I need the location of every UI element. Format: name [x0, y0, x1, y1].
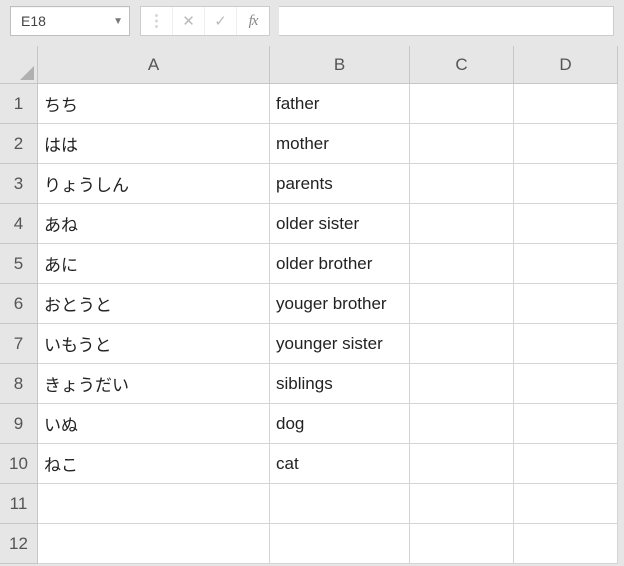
table-row: 10ねこcat: [0, 444, 624, 484]
cell-B1[interactable]: father: [270, 84, 410, 124]
grid-body: 1ちちfather2ははmother3りょうしんparents4あねolder …: [0, 84, 624, 564]
cell-C1[interactable]: [410, 84, 514, 124]
select-all-triangle[interactable]: [0, 46, 38, 84]
cancel-icon[interactable]: ✕: [173, 7, 205, 35]
cell-C5[interactable]: [410, 244, 514, 284]
cell-C7[interactable]: [410, 324, 514, 364]
table-row: 11: [0, 484, 624, 524]
table-row: 7いもうとyounger sister: [0, 324, 624, 364]
table-row: 3りょうしんparents: [0, 164, 624, 204]
cell-B6[interactable]: youger brother: [270, 284, 410, 324]
cell-A3[interactable]: りょうしん: [38, 164, 270, 204]
column-header-row: ABCD: [0, 46, 624, 84]
cell-D12[interactable]: [514, 524, 618, 564]
table-row: 8きょうだいsiblings: [0, 364, 624, 404]
cell-C8[interactable]: [410, 364, 514, 404]
cell-A9[interactable]: いぬ: [38, 404, 270, 444]
cell-A4[interactable]: あね: [38, 204, 270, 244]
table-row: 6おとうとyouger brother: [0, 284, 624, 324]
cell-D3[interactable]: [514, 164, 618, 204]
row-header-10[interactable]: 10: [0, 444, 38, 484]
column-header-A[interactable]: A: [38, 46, 270, 84]
cell-A6[interactable]: おとうと: [38, 284, 270, 324]
table-row: 2ははmother: [0, 124, 624, 164]
cell-B2[interactable]: mother: [270, 124, 410, 164]
row-header-11[interactable]: 11: [0, 484, 38, 524]
column-header-B[interactable]: B: [270, 46, 410, 84]
cell-B4[interactable]: older sister: [270, 204, 410, 244]
table-row: 12: [0, 524, 624, 564]
column-header-C[interactable]: C: [410, 46, 514, 84]
cell-A2[interactable]: はは: [38, 124, 270, 164]
cell-B8[interactable]: siblings: [270, 364, 410, 404]
cell-A1[interactable]: ちち: [38, 84, 270, 124]
cell-B9[interactable]: dog: [270, 404, 410, 444]
row-header-1[interactable]: 1: [0, 84, 38, 124]
cell-A5[interactable]: あに: [38, 244, 270, 284]
cell-B3[interactable]: parents: [270, 164, 410, 204]
table-row: 9いぬdog: [0, 404, 624, 444]
table-row: 1ちちfather: [0, 84, 624, 124]
fx-icon[interactable]: fx: [237, 7, 269, 35]
row-header-6[interactable]: 6: [0, 284, 38, 324]
cell-B5[interactable]: older brother: [270, 244, 410, 284]
row-header-5[interactable]: 5: [0, 244, 38, 284]
cell-D10[interactable]: [514, 444, 618, 484]
cell-A11[interactable]: [38, 484, 270, 524]
cell-D2[interactable]: [514, 124, 618, 164]
cell-C3[interactable]: [410, 164, 514, 204]
formula-bar[interactable]: [279, 6, 614, 36]
cell-C4[interactable]: [410, 204, 514, 244]
name-box-value: E18: [21, 13, 46, 29]
row-header-3[interactable]: 3: [0, 164, 38, 204]
cell-D1[interactable]: [514, 84, 618, 124]
cell-D9[interactable]: [514, 404, 618, 444]
cell-A10[interactable]: ねこ: [38, 444, 270, 484]
formula-bar-controls: ⋮ ✕ ✓ fx: [140, 6, 270, 36]
cell-A8[interactable]: きょうだい: [38, 364, 270, 404]
cell-C9[interactable]: [410, 404, 514, 444]
cell-C2[interactable]: [410, 124, 514, 164]
cell-B10[interactable]: cat: [270, 444, 410, 484]
cell-D8[interactable]: [514, 364, 618, 404]
table-row: 5あにolder brother: [0, 244, 624, 284]
cell-A12[interactable]: [38, 524, 270, 564]
row-header-12[interactable]: 12: [0, 524, 38, 564]
cell-C10[interactable]: [410, 444, 514, 484]
row-header-4[interactable]: 4: [0, 204, 38, 244]
column-header-D[interactable]: D: [514, 46, 618, 84]
divider-icon: ⋮: [141, 7, 173, 35]
cell-D11[interactable]: [514, 484, 618, 524]
cell-A7[interactable]: いもうと: [38, 324, 270, 364]
confirm-icon[interactable]: ✓: [205, 7, 237, 35]
row-header-8[interactable]: 8: [0, 364, 38, 404]
cell-B7[interactable]: younger sister: [270, 324, 410, 364]
row-header-9[interactable]: 9: [0, 404, 38, 444]
chevron-down-icon[interactable]: ▼: [113, 16, 123, 27]
row-header-7[interactable]: 7: [0, 324, 38, 364]
formula-toolbar: E18 ▼ ⋮ ✕ ✓ fx: [0, 0, 624, 46]
cell-D4[interactable]: [514, 204, 618, 244]
row-header-2[interactable]: 2: [0, 124, 38, 164]
name-box[interactable]: E18 ▼: [10, 6, 130, 36]
cell-D6[interactable]: [514, 284, 618, 324]
cell-C6[interactable]: [410, 284, 514, 324]
cell-C11[interactable]: [410, 484, 514, 524]
table-row: 4あねolder sister: [0, 204, 624, 244]
cell-D5[interactable]: [514, 244, 618, 284]
cell-C12[interactable]: [410, 524, 514, 564]
cell-B11[interactable]: [270, 484, 410, 524]
cell-D7[interactable]: [514, 324, 618, 364]
cell-B12[interactable]: [270, 524, 410, 564]
